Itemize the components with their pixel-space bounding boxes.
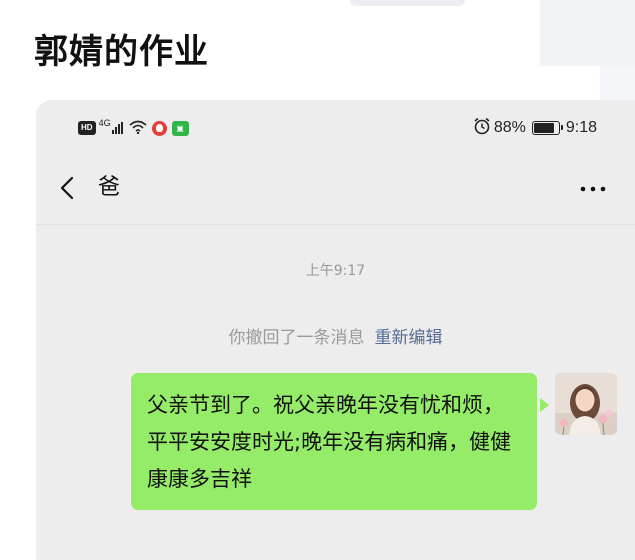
battery-level-fill	[533, 123, 554, 133]
phone-screenshot: HD 4G ▣ 88% 9:18 爸 上午9:17 你撤回了一条消息 重新编辑 …	[36, 100, 635, 560]
battery-icon	[531, 121, 563, 135]
app-notification-icon: ▣	[171, 120, 189, 136]
recall-notice: 你撤回了一条消息 重新编辑	[36, 327, 635, 349]
reedit-link[interactable]: 重新编辑	[375, 328, 443, 348]
wifi-icon	[129, 119, 147, 138]
message-timestamp: 上午9:17	[305, 263, 366, 279]
status-right: 88% 9:18	[473, 117, 597, 139]
chevron-left-icon[interactable]	[56, 176, 80, 200]
hd-badge: HD	[78, 121, 96, 135]
more-dots-icon[interactable]	[579, 181, 607, 195]
battery-percent: 88%	[493, 119, 526, 136]
status-time: 9:18	[565, 119, 597, 136]
background-decoration	[350, 0, 465, 6]
message-bubble[interactable]: 父亲节到了。祝父亲晚年没有忧和烦，平平安安度时光;晚年没有病和痛，健健康康多吉祥	[131, 373, 537, 510]
alarm-icon	[473, 117, 491, 140]
signal-icon	[111, 122, 124, 134]
network-type-label: 4G	[98, 118, 111, 128]
app-notification-icon	[151, 120, 167, 136]
status-left: HD 4G ▣	[78, 118, 189, 138]
bubble-tail	[540, 398, 549, 412]
status-bar: HD 4G ▣ 88% 9:18	[36, 100, 635, 154]
background-decoration	[540, 0, 635, 66]
recall-notice-text: 你撤回了一条消息	[228, 328, 365, 348]
chat-header: 爸	[36, 154, 635, 225]
article-title: 郭婧的作业	[34, 32, 209, 72]
avatar[interactable]	[555, 373, 617, 435]
chat-title: 爸	[98, 175, 121, 200]
